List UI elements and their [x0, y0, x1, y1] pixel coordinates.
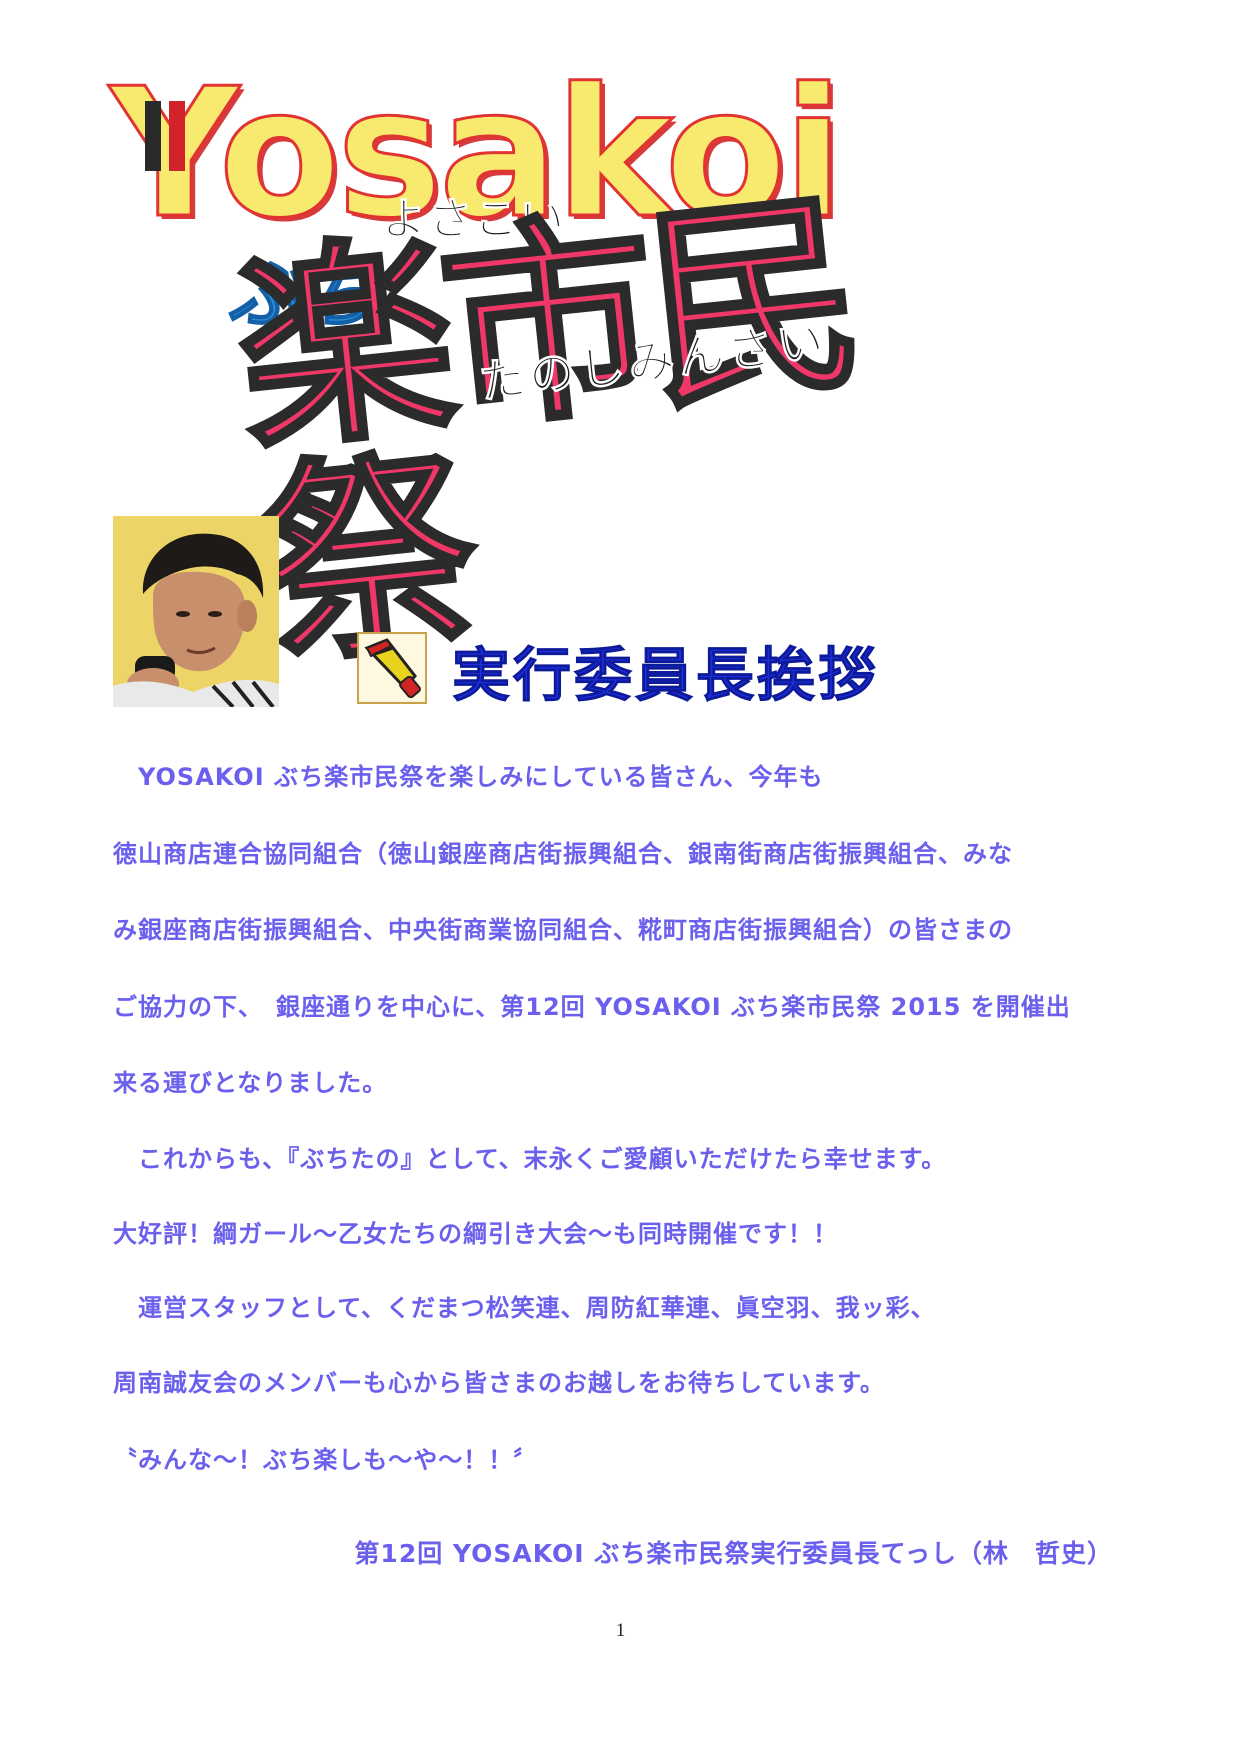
signature: 第12回 YOSAKOI ぶち楽市民祭実行委員長てっし（林 哲史） [354, 1539, 1113, 1568]
page-number: 1 [615, 1620, 626, 1641]
body-line-4: ご協力の下、 銀座通りを中心に、第12回 YOSAKOI ぶち楽市民祭 2015… [113, 993, 1071, 1021]
logo-bars-icon [145, 101, 215, 171]
festival-logo: Yosakoi よさこい ぶち 楽市民祭 たのしみんさい [109, 63, 1010, 698]
body-line-8: 運営スタッフとして、くだまつ松笑連、周防紅華連、眞空羽、我ッ彩、 [113, 1294, 936, 1322]
megaphone-icon [357, 632, 427, 704]
page-title: 実行委員長挨拶 [451, 641, 880, 709]
body-line-10: 〝みんな〜！ぶち楽しも〜や〜！！〞 [113, 1446, 539, 1474]
body-line-3: み銀座商店街振興組合、中央街商業協同組合、糀町商店街振興組合）の皆さまの [113, 916, 1013, 944]
body-line-9: 周南誠友会のメンバーも心から皆さまのお越しをお待ちしています。 [113, 1369, 885, 1397]
body-line-5: 来る運びとなりました。 [113, 1069, 388, 1097]
body-line-2: 徳山商店連合協同組合（徳山銀座商店街振興組合、銀南街商店街振興組合、みな [113, 840, 1013, 868]
body-line-1: YOSAKOI ぶち楽市民祭を楽しみにしている皆さん、今年も [113, 763, 824, 791]
body-line-7: 大好評！綱ガール〜乙女たちの綱引き大会〜も同時開催です！！ [113, 1220, 838, 1248]
logo-kanji-text: 楽市民祭 [224, 166, 866, 698]
body-line-6: これからも、『ぶちたの』として、末永くご愛顧いただけたら幸せます。 [113, 1145, 947, 1173]
chairman-portrait [113, 516, 279, 707]
